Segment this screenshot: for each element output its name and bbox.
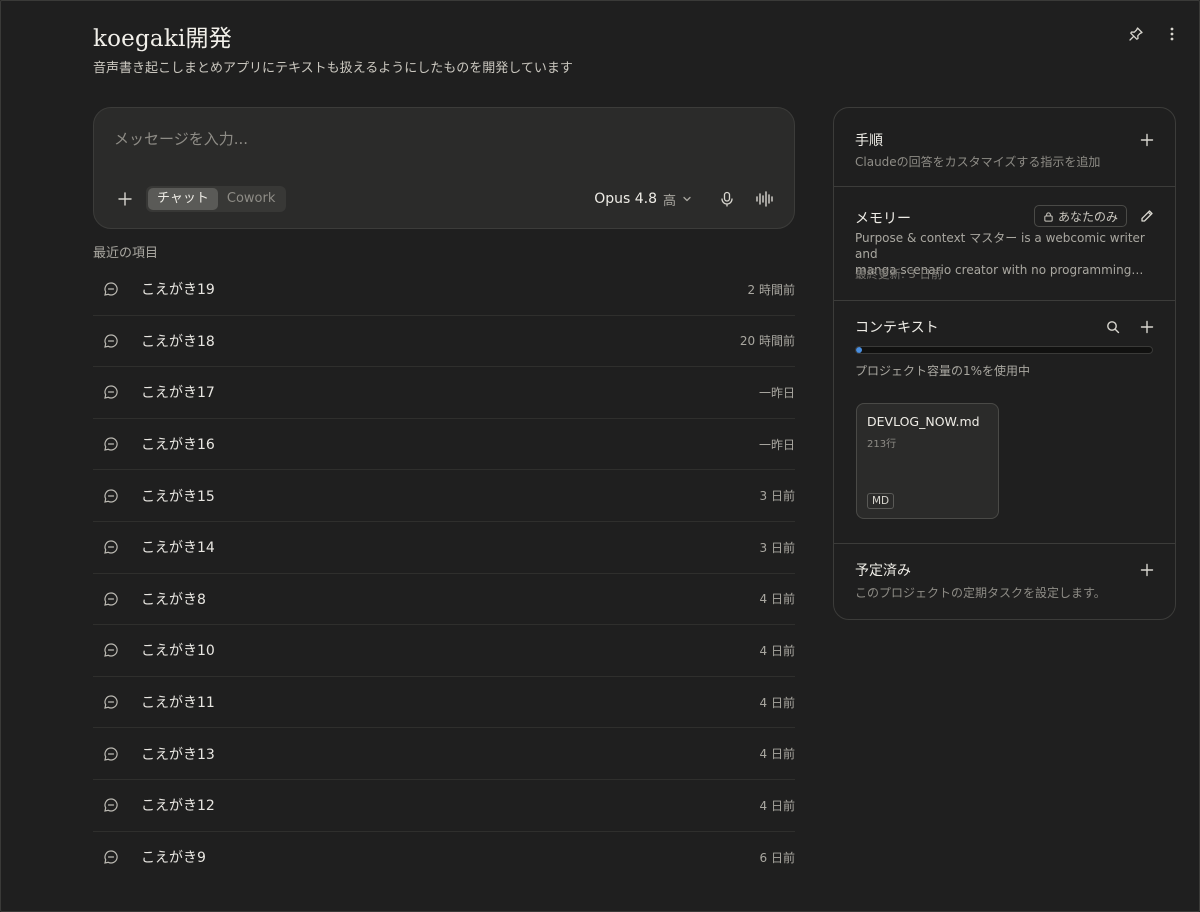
- search-icon[interactable]: [1103, 317, 1123, 337]
- mode-cowork-option[interactable]: Cowork: [218, 188, 285, 210]
- model-name: Opus 4.8: [594, 191, 657, 207]
- chat-bubble-icon: [102, 745, 120, 763]
- chat-bubble-icon: [102, 848, 120, 866]
- memory-privacy-label: あなたのみ: [1057, 209, 1118, 224]
- recent-chat-time: 6 日前: [759, 850, 795, 865]
- recent-chat-name: こえがき14: [141, 540, 215, 557]
- recent-chat-name: こえがき11: [141, 695, 215, 712]
- scheduled-section: 予定済み このプロジェクトの定期タスクを設定します。: [834, 544, 1175, 621]
- recent-chat-time: 3 日前: [759, 489, 795, 504]
- recent-chat-time: 20 時間前: [739, 334, 795, 349]
- recents-heading: 最近の項目: [93, 246, 159, 261]
- project-side-panel: 手順 Claudeの回答をカスタマイズする指示を追加 メモリー あなたのみ Pu…: [833, 107, 1176, 620]
- recent-chat-name: こえがき15: [141, 488, 215, 505]
- chat-bubble-icon: [102, 641, 120, 659]
- top-actions: [1125, 23, 1183, 45]
- recent-chat-item[interactable]: こえがき16 一昨日: [93, 419, 795, 471]
- recent-chat-time: 4 日前: [759, 798, 795, 813]
- recent-chat-time: 3 日前: [759, 540, 795, 555]
- chat-bubble-icon: [102, 538, 120, 556]
- recent-chat-time: 4 日前: [759, 695, 795, 710]
- add-attachment-button[interactable]: [114, 188, 136, 210]
- chat-bubble-icon: [102, 332, 120, 350]
- memory-updated: 最終更新: 3 日前: [855, 267, 943, 281]
- scheduled-desc: このプロジェクトの定期タスクを設定します。: [855, 586, 1106, 600]
- recent-chat-item[interactable]: こえがき10 4 日前: [93, 625, 795, 677]
- composer-toolbar: チャット Cowork Opus 4.8 高: [114, 186, 776, 212]
- message-composer: チャット Cowork Opus 4.8 高: [93, 107, 795, 229]
- instructions-desc: Claudeの回答をカスタマイズする指示を追加: [855, 155, 1101, 169]
- recent-chat-time: 2 時間前: [747, 282, 795, 297]
- context-title: コンテキスト: [855, 320, 939, 336]
- memory-privacy-badge[interactable]: あなたのみ: [1033, 205, 1127, 227]
- mode-toggle: チャット Cowork: [146, 186, 287, 212]
- microphone-icon[interactable]: [716, 188, 738, 210]
- pin-icon[interactable]: [1125, 23, 1147, 45]
- recent-chat-item[interactable]: こえがき17 一昨日: [93, 367, 795, 419]
- recent-chat-time: 一昨日: [758, 437, 795, 452]
- chat-bubble-icon: [102, 383, 120, 401]
- recent-chat-item[interactable]: こえがき19 2 時間前: [93, 264, 795, 316]
- recent-chat-name: こえがき17: [141, 385, 215, 402]
- app-frame: koegaki開発 音声書き起こしまとめアプリにテキストも扱えるようにしたものを…: [0, 0, 1200, 912]
- instructions-title: 手順: [855, 133, 883, 149]
- recent-chat-name: こえがき9: [141, 850, 206, 867]
- add-scheduled-task-button[interactable]: [1137, 560, 1157, 580]
- recent-chat-time: 4 日前: [759, 643, 795, 658]
- recent-chat-item[interactable]: こえがき11 4 日前: [93, 677, 795, 729]
- recent-chat-name: こえがき13: [141, 746, 215, 763]
- memory-summary-line: Purpose & context マスター is a webcomic wri…: [855, 231, 1145, 261]
- recent-chat-item[interactable]: こえがき12 4 日前: [93, 780, 795, 832]
- chevron-down-icon: [682, 194, 692, 204]
- chat-bubble-icon: [102, 280, 120, 298]
- project-title: koegaki開発: [93, 26, 232, 52]
- recent-chat-name: こえがき10: [141, 643, 215, 660]
- recent-chats-list: こえがき19 2 時間前 こえがき18 20 時間前 こえがき17 一昨日 こえ…: [93, 264, 795, 883]
- recent-chat-item[interactable]: こえがき18 20 時間前: [93, 316, 795, 368]
- recent-chat-time: 4 日前: [759, 592, 795, 607]
- file-type-badge: MD: [867, 493, 895, 509]
- recent-chat-name: こえがき12: [141, 798, 215, 815]
- lock-icon: [1043, 211, 1054, 222]
- recent-chat-item[interactable]: こえがき13 4 日前: [93, 728, 795, 780]
- model-effort: 高: [662, 193, 676, 209]
- scheduled-title: 予定済み: [855, 563, 911, 579]
- recent-chat-time: 4 日前: [759, 747, 795, 762]
- capacity-progress-fill: [856, 347, 862, 353]
- instructions-section: 手順 Claudeの回答をカスタマイズする指示を追加: [834, 108, 1175, 187]
- add-instructions-button[interactable]: [1137, 130, 1157, 150]
- file-line-count: 213行: [867, 439, 897, 450]
- edit-memory-button[interactable]: [1137, 206, 1157, 226]
- chat-bubble-icon: [102, 590, 120, 608]
- recent-chat-name: こえがき16: [141, 437, 215, 454]
- recent-chat-item[interactable]: こえがき8 4 日前: [93, 574, 795, 626]
- chat-bubble-icon: [102, 796, 120, 814]
- file-card[interactable]: DEVLOG_NOW.md 213行 MD: [856, 403, 999, 519]
- chat-bubble-icon: [102, 487, 120, 505]
- project-description: 音声書き起こしまとめアプリにテキストも扱えるようにしたものを開発しています: [93, 61, 573, 76]
- capacity-progress-bar: [855, 346, 1153, 354]
- chat-bubble-icon: [102, 693, 120, 711]
- chat-bubble-icon: [102, 435, 120, 453]
- file-name: DEVLOG_NOW.md: [867, 414, 980, 429]
- recent-chat-item[interactable]: こえがき14 3 日前: [93, 522, 795, 574]
- voice-mode-icon[interactable]: [754, 188, 776, 210]
- recent-chat-name: こえがき8: [141, 591, 206, 608]
- recent-chat-name: こえがき19: [141, 282, 215, 299]
- recent-chat-name: こえがき18: [141, 333, 215, 350]
- model-selector[interactable]: Opus 4.8 高: [594, 190, 692, 209]
- mode-chat-option[interactable]: チャット: [148, 188, 218, 210]
- memory-title: メモリー: [855, 211, 911, 227]
- capacity-usage-text: プロジェクト容量の1%を使用中: [855, 364, 1031, 378]
- recent-chat-time: 一昨日: [758, 385, 795, 400]
- message-input[interactable]: [114, 130, 764, 148]
- add-context-button[interactable]: [1137, 317, 1157, 337]
- more-vertical-icon[interactable]: [1161, 23, 1183, 45]
- recent-chat-item[interactable]: こえがき9 6 日前: [93, 832, 795, 884]
- recent-chat-item[interactable]: こえがき15 3 日前: [93, 470, 795, 522]
